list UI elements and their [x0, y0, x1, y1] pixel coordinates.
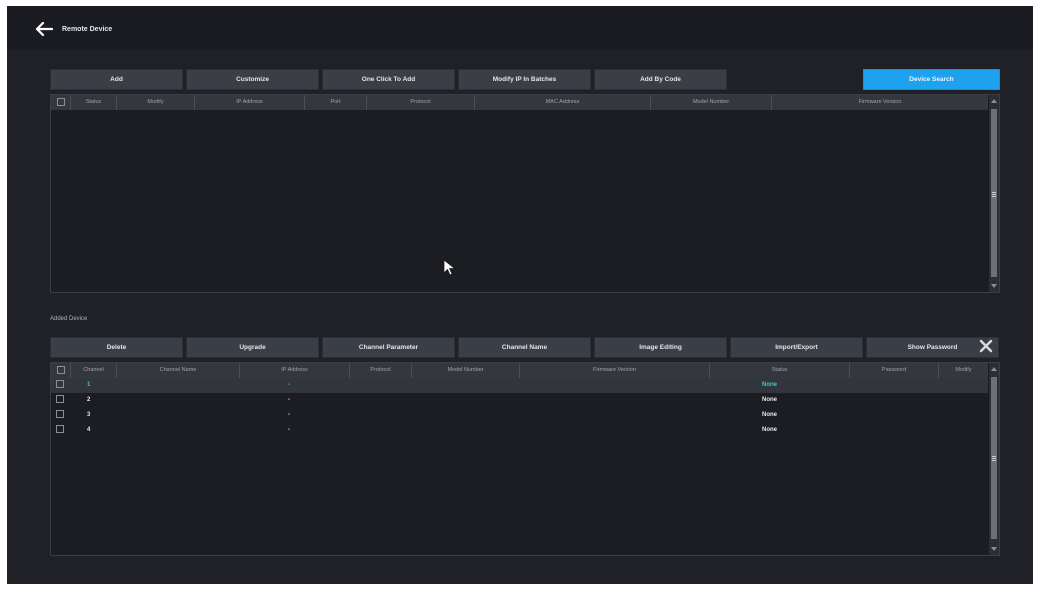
scroll-up-icon[interactable] [991, 367, 997, 371]
channel-parameter-button[interactable]: Channel Parameter [322, 337, 455, 358]
page-title: Remote Device [62, 26, 113, 33]
column-header[interactable]: Firmware Version [772, 95, 988, 110]
channel-cell: 4 [87, 427, 91, 433]
row-checkbox[interactable] [56, 395, 64, 404]
ip-address-cell: - [288, 427, 290, 433]
select-all-checkbox[interactable] [56, 97, 65, 106]
table-row[interactable]: 3 - None [51, 408, 988, 423]
column-header[interactable]: IP Address [195, 95, 305, 110]
table-row[interactable]: 2 - None [51, 393, 988, 408]
column-header[interactable]: IP Address [240, 363, 350, 378]
search-table-scrollbar[interactable] [989, 95, 999, 292]
column-header[interactable]: Model Number [651, 95, 772, 110]
column-header[interactable]: Status [71, 95, 117, 110]
mouse-cursor-icon [443, 259, 456, 276]
added-devices-table: Channel Channel Name IP Address Protocol… [50, 362, 1000, 556]
channel-cell: 2 [87, 397, 91, 403]
image-editing-button[interactable]: Image Editing [594, 337, 727, 358]
table-row[interactable]: 4 - None [51, 423, 988, 438]
title-bar: Remote Device [7, 6, 1033, 50]
status-cell: None [762, 427, 777, 433]
arrow-left-icon[interactable] [35, 22, 53, 36]
status-cell: None [762, 397, 777, 403]
device-search-button[interactable]: Device Search [863, 69, 1000, 90]
column-header[interactable]: Modify [117, 95, 195, 110]
channel-cell: 1 [87, 382, 91, 388]
row-checkbox[interactable] [56, 380, 64, 389]
add-by-code-button[interactable]: Add By Code [594, 69, 727, 90]
column-header[interactable]: MAC Address [475, 95, 651, 110]
status-cell: None [762, 412, 777, 418]
row-checkbox[interactable] [56, 425, 64, 434]
row-checkbox[interactable] [56, 410, 64, 419]
ip-address-cell: - [288, 397, 290, 403]
select-all-checkbox[interactable] [56, 365, 65, 374]
scroll-up-icon[interactable] [991, 99, 997, 103]
column-header[interactable]: Protocol [367, 95, 475, 110]
column-header[interactable]: Firmware Version [520, 363, 710, 378]
add-button[interactable]: Add [50, 69, 183, 90]
scroll-down-icon[interactable] [991, 547, 997, 551]
column-header[interactable]: Channel [71, 363, 117, 378]
added-device-label: Added Device [50, 316, 88, 322]
column-header[interactable]: Channel Name [117, 363, 240, 378]
delete-button[interactable]: Delete [50, 337, 183, 358]
search-results-table: Status Modify IP Address Port Protocol M… [50, 94, 1000, 293]
column-header[interactable]: Protocol [350, 363, 412, 378]
status-cell: None [762, 382, 777, 388]
column-header[interactable]: Port [305, 95, 367, 110]
customize-button[interactable]: Customize [186, 69, 319, 90]
scroll-down-icon[interactable] [991, 284, 997, 288]
import-export-button[interactable]: Import/Export [730, 337, 863, 358]
scrollbar-thumb[interactable] [991, 109, 997, 277]
upgrade-button[interactable]: Upgrade [186, 337, 319, 358]
remote-device-screen: Remote Device Add Customize One Click To… [7, 6, 1033, 584]
added-table-header: Channel Channel Name IP Address Protocol… [51, 363, 988, 378]
column-header[interactable]: Modify [939, 363, 988, 378]
search-table-header: Status Modify IP Address Port Protocol M… [51, 95, 988, 110]
column-header[interactable]: Password [850, 363, 939, 378]
table-row[interactable]: 1 - None [51, 378, 988, 393]
channel-cell: 3 [87, 412, 91, 418]
ip-address-cell: - [288, 382, 290, 388]
added-table-scrollbar[interactable] [989, 363, 999, 555]
modify-ip-batches-button[interactable]: Modify IP In Batches [458, 69, 591, 90]
column-header[interactable]: Status [710, 363, 850, 378]
close-icon[interactable] [979, 339, 993, 353]
channel-name-button[interactable]: Channel Name [458, 337, 591, 358]
ip-address-cell: - [288, 412, 290, 418]
column-header[interactable]: Model Number [412, 363, 520, 378]
one-click-add-button[interactable]: One Click To Add [322, 69, 455, 90]
